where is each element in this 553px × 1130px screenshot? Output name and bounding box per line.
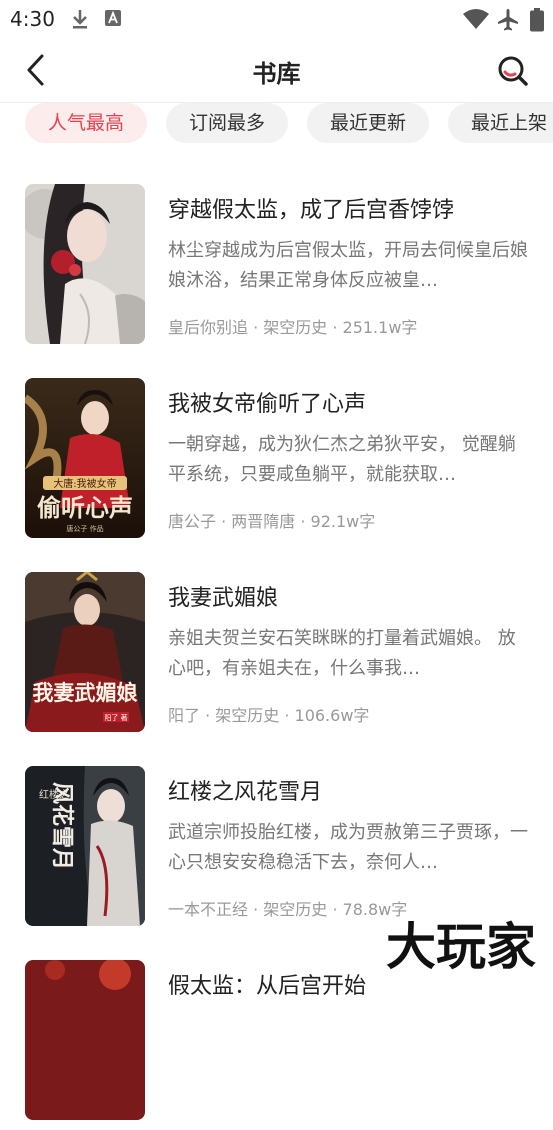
book-meta: 阳了 · 架空历史 · 106.6w字	[168, 706, 370, 725]
book-title[interactable]: 我妻武媚娘	[168, 580, 278, 612]
book-cover[interactable]: 红楼之 风花雪月	[25, 766, 145, 926]
page-title: 书库	[252, 60, 301, 88]
book-item[interactable]: 大唐:我被女帝 偷听心声 唐公子 作品 我被女帝偷听了心声 一朝穿越，成为狄仁杰…	[0, 378, 553, 548]
download-icon	[70, 8, 90, 34]
book-meta: 一本不正经 · 架空历史 · 78.8w字	[168, 900, 408, 919]
book-title[interactable]: 假太监：从后宫开始	[168, 968, 366, 1000]
book-cover[interactable]: 大唐:我被女帝 偷听心声 唐公子 作品	[25, 378, 145, 538]
battery-icon	[530, 8, 544, 36]
status-time: 4:30	[10, 7, 55, 31]
cover-title: 偷听心声	[37, 493, 133, 522]
book-cover[interactable]: 我妻武媚娘 阳了 著	[25, 572, 145, 732]
tab-most-subscribed[interactable]: 订阅最多	[166, 103, 288, 143]
book-item[interactable]: 假太监：从后宫开始	[0, 960, 553, 1130]
book-item[interactable]: 穿越假太监，成了后宫香饽饽 林尘穿越成为后宫假太监，开局去伺候皇后娘娘沐浴，结果…	[0, 184, 553, 354]
book-title[interactable]: 红楼之风花雪月	[168, 774, 322, 806]
watermark-logo: 大玩家	[376, 912, 546, 978]
book-meta: 皇后你别追 · 架空历史 · 251.1w字	[168, 318, 418, 337]
book-description: 林尘穿越成为后宫假太监，开局去伺候皇后娘娘沐浴，结果正常身体反应被皇…	[168, 240, 528, 291]
app-notification-icon	[104, 8, 122, 32]
book-cover[interactable]	[25, 960, 145, 1120]
book-description: 亲姐夫贺兰安石笑眯眯的打量着武媚娘。 放心吧，有亲姐夫在，什么事我…	[168, 628, 516, 679]
search-button[interactable]	[494, 52, 532, 90]
header: 书库	[0, 38, 553, 102]
book-title[interactable]: 穿越假太监，成了后宫香饽饽	[168, 192, 454, 224]
status-bar: 4:30	[0, 0, 553, 38]
airplane-mode-icon	[496, 8, 520, 36]
search-icon	[498, 56, 528, 86]
book-cover[interactable]	[25, 184, 145, 344]
tab-recently-updated[interactable]: 最近更新	[307, 103, 429, 143]
book-description: 武道宗师投胎红楼，成为贾赦第三子贾琢，一心只想安安稳稳活下去，奈何人…	[168, 822, 528, 873]
tab-most-popular[interactable]: 人气最高	[25, 103, 147, 143]
sort-tabs: 人气最高 订阅最多 最近更新 最近上架	[0, 103, 553, 145]
cover-subtitle: 大唐:我被女帝	[53, 477, 116, 490]
book-item[interactable]: 我妻武媚娘 阳了 著 我妻武媚娘 亲姐夫贺兰安石笑眯眯的打量着武媚娘。 放心吧，…	[0, 572, 553, 742]
watermark-text: 大玩家	[386, 917, 536, 976]
cover-author: 阳了 著	[104, 713, 127, 722]
book-title[interactable]: 我被女帝偷听了心声	[168, 386, 366, 418]
cover-title: 我妻武媚娘	[33, 680, 138, 705]
book-meta: 唐公子 · 两晋隋唐 · 92.1w字	[168, 512, 376, 531]
book-item[interactable]: 红楼之 风花雪月 红楼之风花雪月 武道宗师投胎红楼，成为贾赦第三子贾琢，一心只想…	[0, 766, 553, 936]
cover-title: 风花雪月	[49, 782, 75, 870]
book-description: 一朝穿越，成为狄仁杰之弟狄平安， 觉醒躺平系统，只要咸鱼躺平，就能获取…	[168, 434, 516, 485]
tab-recently-listed[interactable]: 最近上架	[448, 103, 553, 143]
cover-author: 唐公子 作品	[66, 524, 103, 533]
wifi-icon	[462, 8, 490, 34]
